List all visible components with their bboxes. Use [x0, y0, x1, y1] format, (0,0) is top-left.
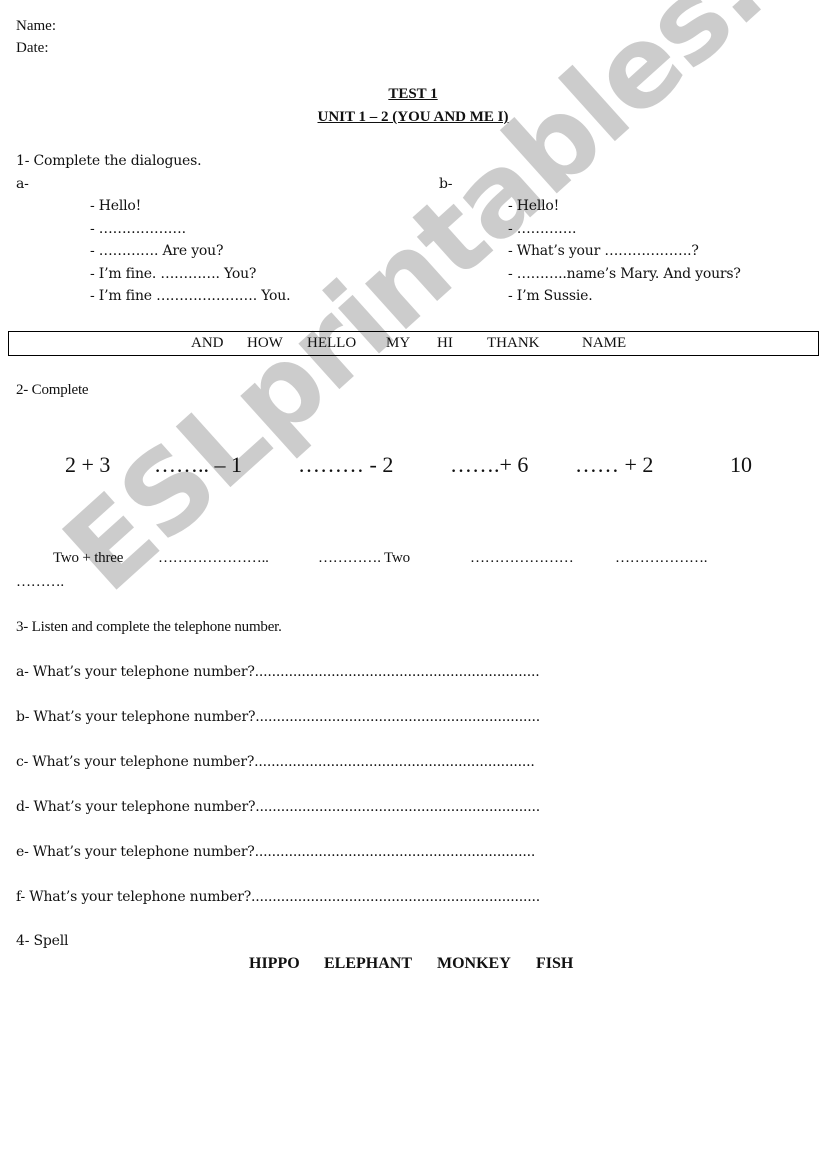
word-bank-item: HELLO: [307, 335, 357, 351]
spell-word: MONKEY: [437, 955, 511, 972]
section2-heading: 2- Complete: [16, 382, 89, 398]
telephone-question: e- What’s your telephone number?........…: [16, 844, 536, 860]
word-sequence-item: ……….: [16, 574, 64, 590]
unit-title: UNIT 1 – 2 (YOU AND ME I): [317, 109, 509, 125]
date-label: Date:: [16, 40, 49, 56]
word-bank-item: HOW: [247, 335, 283, 351]
section4-heading: 4- Spell: [16, 933, 69, 949]
telephone-question: b- What’s your telephone number?........…: [16, 709, 541, 725]
word-bank-item: THANK: [487, 335, 540, 351]
math-item: ……… - 2: [298, 452, 394, 477]
dialogue-b-line: - ………..name’s Mary. And yours?: [508, 266, 741, 282]
test-title: TEST 1: [388, 86, 438, 102]
dialogue-b-line: - I’m Sussie.: [508, 288, 593, 304]
word-bank-item: NAME: [582, 335, 627, 351]
spell-word: FISH: [536, 955, 574, 972]
dialogue-b-label: b-: [439, 176, 453, 192]
section3-heading: 3- Listen and complete the telephone num…: [16, 619, 282, 635]
dialogue-b-line: - ………….: [508, 221, 577, 237]
dialogue-a-line: - ……………….: [90, 221, 186, 237]
dialogue-a-label: a-: [16, 176, 29, 192]
word-bank-item: MY: [386, 335, 411, 351]
telephone-question: c- What’s your telephone number?........…: [16, 754, 535, 770]
dialogue-a-line: - …………. Are you?: [90, 243, 224, 259]
word-sequence-item: …………………: [470, 550, 574, 566]
math-item: …….. – 1: [154, 452, 242, 477]
dialogue-b-line: - What’s your ……………….?: [508, 243, 699, 259]
spell-word: HIPPO: [249, 955, 300, 972]
word-sequence-item: ……………….: [615, 550, 708, 566]
word-sequence-item: Two + three: [53, 550, 124, 566]
name-label: Name:: [16, 18, 56, 34]
math-item: 10: [730, 452, 752, 477]
spell-word: ELEPHANT: [324, 955, 413, 972]
word-bank-item: AND: [191, 335, 224, 351]
math-item: …… + 2: [575, 452, 654, 477]
telephone-question: f- What’s your telephone number?........…: [16, 889, 541, 905]
dialogue-a-line: - I’m fine …………………. You.: [90, 288, 291, 304]
math-item: 2 + 3: [65, 452, 111, 477]
dialogue-a-line: - I’m fine. …………. You?: [90, 266, 257, 282]
section1-heading: 1- Complete the dialogues.: [16, 153, 202, 169]
dialogue-a-line: - Hello!: [90, 198, 142, 214]
word-bank-box: AND HOW HELLO MY HI THANK NAME: [8, 331, 819, 356]
telephone-question: d- What’s your telephone number?........…: [16, 799, 541, 815]
math-item: …….+ 6: [450, 452, 529, 477]
word-bank-item: HI: [437, 335, 453, 351]
word-sequence-item: …………. Two: [318, 550, 410, 566]
word-sequence-item: …………………..: [158, 550, 269, 566]
dialogue-b-line: - Hello!: [508, 198, 560, 214]
telephone-question: a- What’s your telephone number?........…: [16, 664, 540, 680]
